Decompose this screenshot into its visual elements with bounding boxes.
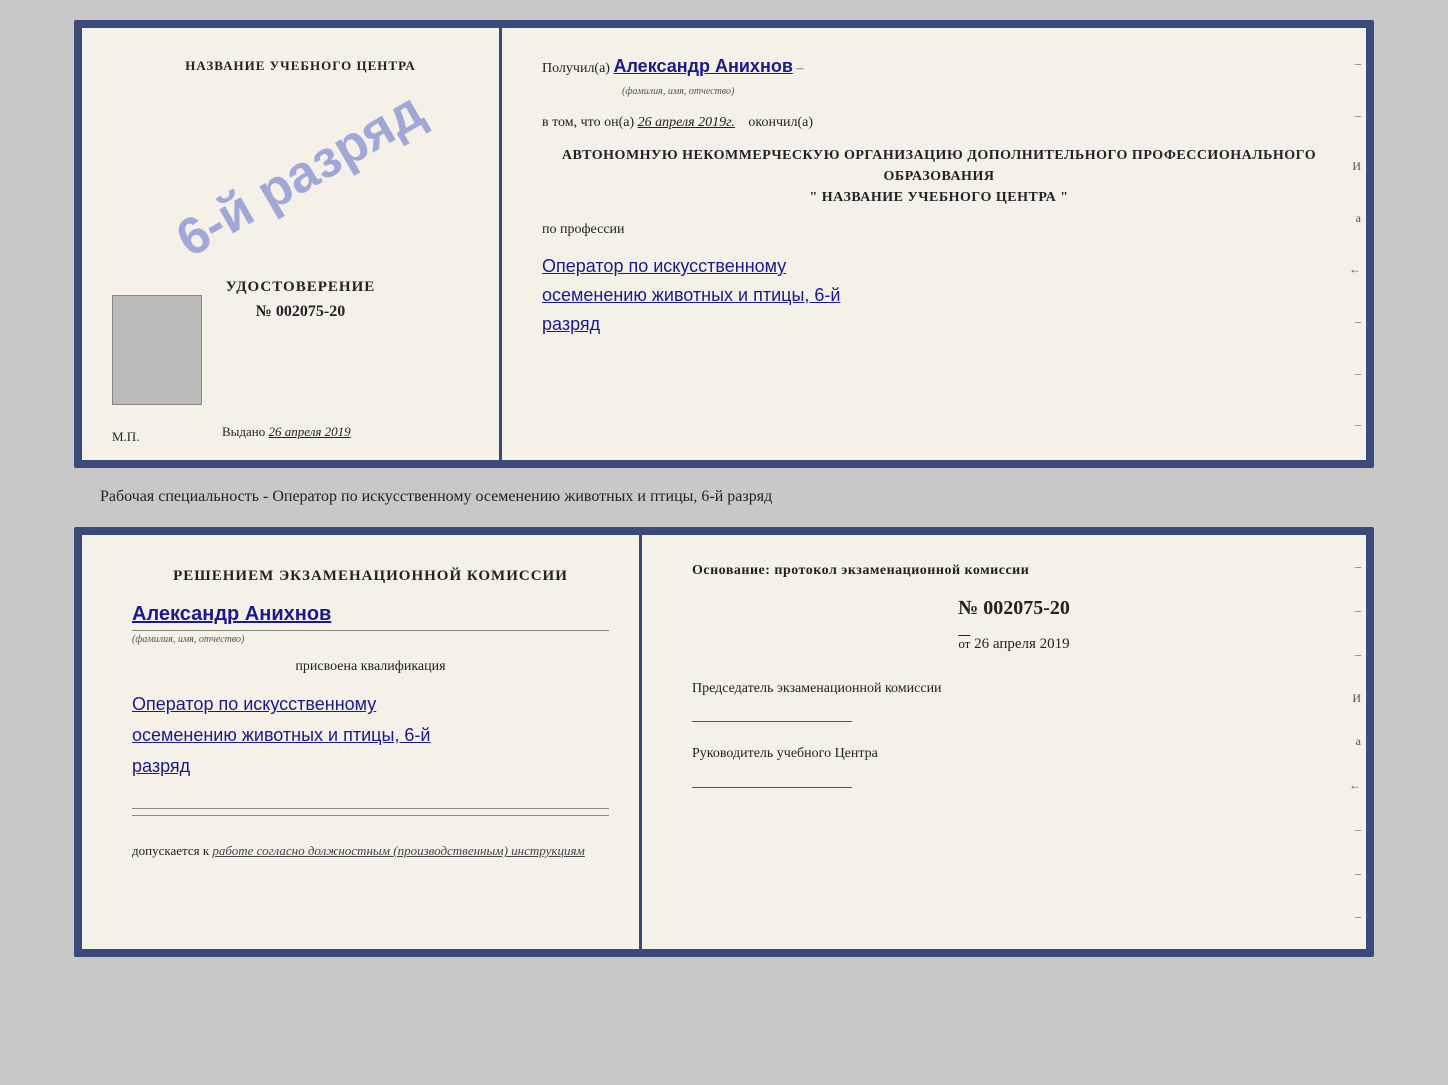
- director-signature-line: [692, 770, 852, 788]
- date-prefix: в том, что он(а): [542, 115, 634, 130]
- bottom-qualification: Оператор по искусственному осеменению жи…: [132, 689, 609, 781]
- protocol-date-value: 26 апреля 2019: [974, 636, 1070, 652]
- received-subtitle: (фамилия, имя, отчество): [622, 86, 734, 97]
- dopuskaetsya-line: допускается к работе согласно должностны…: [132, 843, 609, 859]
- bottom-person-name: Александр Анихнов: [132, 601, 609, 627]
- udostoverenie-title: УДОСТОВЕРЕНИЕ: [226, 275, 376, 299]
- chairman-signature-line: [692, 704, 852, 722]
- protocol-date-prefix: от: [958, 636, 970, 651]
- udostoverenie-block: УДОСТОВЕРЕНИЕ № 002075-20: [226, 275, 376, 325]
- profession-value: Оператор по искусственному осеменению жи…: [542, 252, 1336, 338]
- chairman-label: Председатель экзаменационной комиссии: [692, 679, 1336, 699]
- profession-label-text: по профессии: [542, 222, 1336, 238]
- top-left-panel: НАЗВАНИЕ УЧЕБНОГО ЦЕНТРА 6-й разряд УДОС…: [82, 28, 502, 460]
- date-line: в том, что он(а) 26 апреля 2019г. окончи…: [542, 115, 1336, 131]
- bottom-person-block: Александр Анихнов (фамилия, имя, отчеств…: [132, 601, 609, 645]
- bottom-right-decorations: – – – И а ← – – –: [1336, 535, 1366, 949]
- bottom-person-subtitle: (фамилия, имя, отчество): [132, 634, 609, 645]
- received-prefix: Получил(а): [542, 61, 610, 76]
- assigned-label: присвоена квалификация: [132, 659, 609, 675]
- bottom-document: Решением экзаменационной комиссии Алекса…: [74, 527, 1374, 957]
- subtitle-text: Рабочая специальность - Оператор по иску…: [20, 486, 772, 508]
- bottom-right-panel: Основание: протокол экзаменационной коми…: [642, 535, 1366, 949]
- vydano-date: 26 апреля 2019: [269, 424, 351, 439]
- vydano-label: Выдано: [222, 424, 265, 439]
- date-suffix: окончил(а): [748, 115, 813, 130]
- stamp-text: 6-й разряд: [169, 84, 433, 266]
- mp-label: М.П.: [112, 429, 139, 445]
- dopuskaetsya-value: работе согласно должностным (производств…: [212, 843, 584, 858]
- vydano-line: Выдано 26 апреля 2019: [132, 424, 479, 440]
- photo-placeholder: [112, 295, 202, 405]
- top-right-panel: Получил(а) Александр Анихнов – (фамилия,…: [502, 28, 1366, 460]
- date-value: 26 апреля 2019г.: [638, 115, 735, 130]
- stamp-diagonal: 6-й разряд: [191, 95, 411, 255]
- right-decorations: – – И а ← – – –: [1336, 28, 1366, 460]
- dopuskaetsya-prefix: допускается к: [132, 843, 209, 858]
- received-name: Александр Анихнов: [613, 56, 792, 76]
- school-name-top: НАЗВАНИЕ УЧЕБНОГО ЦЕНТРА: [185, 58, 416, 75]
- top-document: НАЗВАНИЕ УЧЕБНОГО ЦЕНТРА 6-й разряд УДОС…: [74, 20, 1374, 468]
- bottom-left-panel: Решением экзаменационной комиссии Алекса…: [82, 535, 642, 949]
- udostoverenie-number: № 002075-20: [226, 299, 376, 325]
- stamp-container: 6-й разряд: [191, 95, 411, 255]
- signature-section: Председатель экзаменационной комиссии Ру…: [692, 679, 1336, 788]
- director-label: Руководитель учебного Центра: [692, 744, 1336, 764]
- chairman-block: Председатель экзаменационной комиссии: [692, 679, 1336, 723]
- org-name: АВТОНОМНУЮ НЕКОММЕРЧЕСКУЮ ОРГАНИЗАЦИЮ ДО…: [542, 145, 1336, 208]
- director-block: Руководитель учебного Центра: [692, 744, 1336, 788]
- received-line: Получил(а) Александр Анихнов – (фамилия,…: [542, 53, 1336, 101]
- protocol-number: № 002075-20: [692, 597, 1336, 620]
- komissia-title: Решением экзаменационной комиссии: [132, 565, 609, 588]
- protocol-date: от 26 апреля 2019: [692, 636, 1336, 653]
- osnование-title: Основание: протокол экзаменационной коми…: [692, 560, 1336, 581]
